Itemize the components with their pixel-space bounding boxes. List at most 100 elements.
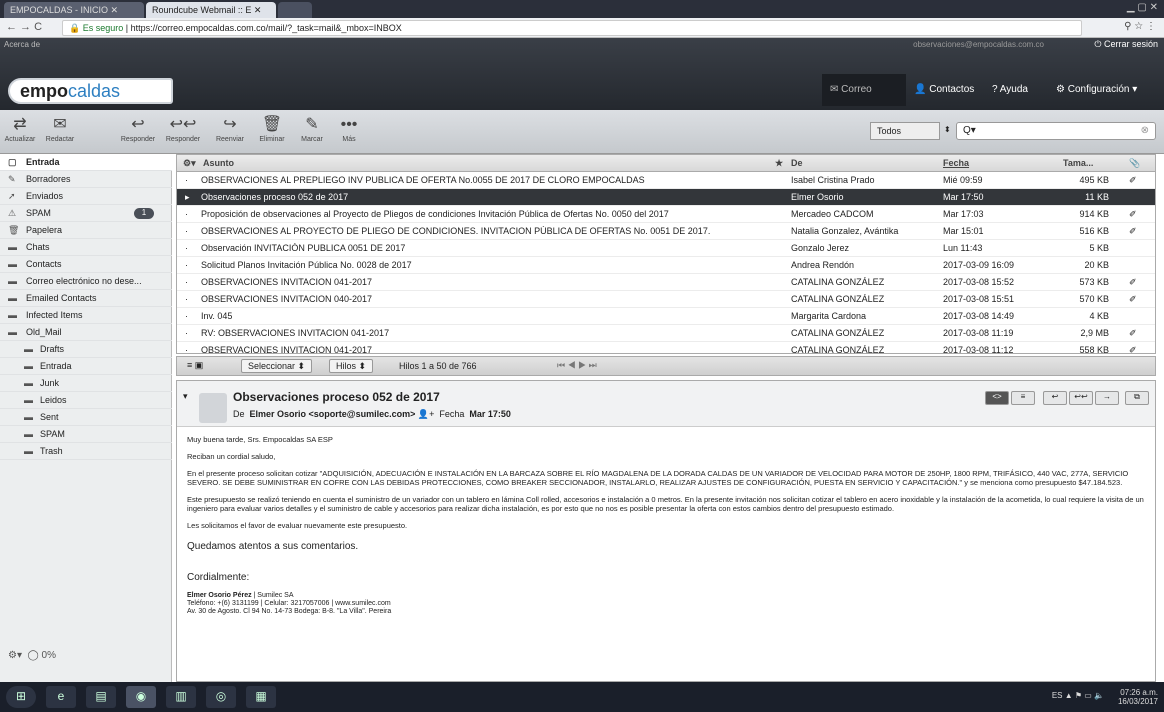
reply-all-icon[interactable]: ↩↩ [1069, 391, 1093, 405]
gear-icon: ⚙ [1056, 84, 1065, 95]
column-from[interactable]: De [791, 158, 803, 168]
new-tab-button[interactable] [278, 2, 312, 18]
chevron-down-icon[interactable]: ⬍ [942, 122, 956, 140]
table-row[interactable]: Observación INVITACIÓN PUBLICA 0051 DE 2… [177, 240, 1155, 257]
folder-item[interactable]: ➚ Enviados [0, 188, 172, 205]
column-size[interactable]: Tama... [1063, 158, 1093, 168]
column-subject[interactable]: Asunto [203, 158, 234, 168]
thread-icon[interactable]: · [185, 294, 188, 304]
folder-item[interactable]: ▬ Entrada [0, 358, 172, 375]
ie-icon[interactable]: e [46, 686, 76, 708]
app-icon[interactable]: ▥ [166, 686, 196, 708]
delete-button[interactable]: 🗑 Eliminar [252, 114, 292, 150]
sender-address[interactable]: Elmer Osorio <soporte@sumilec.com> [250, 409, 416, 419]
row-from: Gonzalo Jerez [791, 243, 850, 253]
folder-item[interactable]: ▬ Contacts [0, 256, 172, 273]
reply-button[interactable]: ↩ Responder [116, 114, 160, 150]
url-field[interactable]: 🔒 Es seguro | https://correo.empocaldas.… [62, 20, 1082, 36]
html-view-icon[interactable]: <> [985, 391, 1009, 405]
thread-icon[interactable]: · [185, 277, 188, 287]
folder-item[interactable]: ▬ SPAM [0, 426, 172, 443]
table-row[interactable]: OBSERVACIONES INVITACION 041-2017 CATALIN… [177, 342, 1155, 353]
table-row[interactable]: Inv. 045 Margarita Cardona 2017-03-08 14:4… [177, 308, 1155, 325]
about-link[interactable]: Acerca de [4, 40, 40, 49]
pagination-icon[interactable]: ⏮ ◀ ▶ ⏭ [557, 360, 597, 371]
row-from: CATALINA GONZÁLEZ [791, 294, 885, 304]
threads-button[interactable]: Hilos ⬍ [329, 359, 374, 373]
system-tray[interactable]: ES ▲ ⚑ ▭ 🔈 [1052, 691, 1104, 700]
thread-icon[interactable]: · [185, 226, 188, 236]
thread-icon[interactable]: · [185, 243, 188, 253]
open-window-icon[interactable]: ⧉ [1125, 391, 1149, 405]
filter-select[interactable]: Todos [870, 122, 940, 140]
folder-item[interactable]: ▬ Sent [0, 409, 172, 426]
clock[interactable]: 07:26 a.m. 16/03/2017 [1118, 688, 1158, 706]
table-row[interactable]: Solicitud Planos Invitación Pública No. … [177, 257, 1155, 274]
add-contact-icon[interactable]: 👤+ [418, 409, 434, 419]
thread-icon[interactable]: · [185, 345, 188, 353]
browser-tab[interactable]: EMPOCALDAS - INICIO ✕ [4, 2, 144, 18]
reply-all-button[interactable]: ↩↩ Responder [160, 114, 206, 150]
list-menu-icon[interactable]: ≡ ▣ [187, 360, 203, 371]
folder-item[interactable]: ⚠ SPAM 1 [0, 205, 172, 222]
table-row[interactable]: RV: OBSERVACIONES INVITACION 041-2017 CAT… [177, 325, 1155, 342]
folder-item[interactable]: ▬ Old_Mail [0, 324, 172, 341]
forward-icon[interactable]: → [1095, 391, 1119, 405]
folder-item[interactable]: ▬ Correo electrónico no dese... [0, 273, 172, 290]
nav-mail[interactable]: ✉ Correo [822, 74, 906, 106]
list-options-icon[interactable]: ⚙▾ [183, 158, 196, 169]
search-input[interactable]: Q▾ ⊗ [956, 122, 1156, 140]
chrome-icon[interactable]: ◉ [126, 686, 156, 708]
app-icon[interactable]: ◎ [206, 686, 236, 708]
start-icon[interactable]: ⊞ [6, 686, 36, 708]
thread-icon[interactable]: · [185, 311, 188, 321]
explorer-icon[interactable]: ▤ [86, 686, 116, 708]
nav-settings[interactable]: ⚙ Configuración ▾ [1048, 74, 1160, 106]
folder-icon: 🗑 [8, 225, 20, 235]
thread-icon[interactable]: · [185, 260, 188, 270]
table-row[interactable]: OBSERVACIONES AL PREPLIEGO INV PUBLICA D… [177, 172, 1155, 189]
folder-item[interactable]: ▬ Leidos [0, 392, 172, 409]
nav-arrows-icon[interactable]: ← → C [6, 21, 42, 33]
logout-button[interactable]: ⏻ Cerrar sesión [1094, 39, 1158, 50]
nav-help[interactable]: ? Ayuda [984, 74, 1046, 106]
folder-item[interactable]: ▢ Entrada [0, 154, 172, 171]
table-row[interactable]: Observaciones proceso 052 de 2017 Elmer O… [177, 189, 1155, 206]
mark-button[interactable]: ✎ Marcar [294, 114, 330, 150]
compose-button[interactable]: ✉ Redactar [40, 114, 80, 150]
collapse-icon[interactable]: ▾ [183, 391, 188, 402]
folder-item[interactable]: ▬ Emailed Contacts [0, 290, 172, 307]
thread-icon[interactable]: · [185, 175, 188, 185]
trash-icon: 🗑 [261, 116, 283, 133]
browser-actions-icon[interactable]: ⚲ ☆ ⋮ [1124, 21, 1156, 32]
folder-item[interactable]: ▬ Chats [0, 239, 172, 256]
thread-icon[interactable]: · [185, 209, 188, 219]
more-button[interactable]: ••• Más [334, 114, 364, 150]
table-row[interactable]: Proposición de observaciones al Proyecto… [177, 206, 1155, 223]
folder-item[interactable]: 🗑 Papelera [0, 222, 172, 239]
folder-item[interactable]: ▬ Infected Items [0, 307, 172, 324]
star-icon[interactable]: ★ [775, 158, 783, 169]
gear-icon[interactable]: ⚙▾ [8, 650, 22, 661]
folder-item[interactable]: ▬ Trash [0, 443, 172, 460]
table-row[interactable]: OBSERVACIONES INVITACION 040-2017 CATALIN… [177, 291, 1155, 308]
refresh-button[interactable]: ⇄ Actualizar [2, 114, 38, 150]
folder-item[interactable]: ✎ Borradores [0, 171, 172, 188]
forward-button[interactable]: ↪ Reenviar [210, 114, 250, 150]
select-button[interactable]: Seleccionar ⬍ [241, 359, 313, 373]
browser-tab-active[interactable]: Roundcube Webmail :: E ✕ [146, 2, 276, 18]
app-icon[interactable]: ▦ [246, 686, 276, 708]
folder-item[interactable]: ▬ Junk [0, 375, 172, 392]
reply-icon[interactable]: ↩ [1043, 391, 1067, 405]
table-row[interactable]: OBSERVACIONES INVITACION 041-2017 CATALIN… [177, 274, 1155, 291]
thread-icon[interactable]: ▸ [185, 192, 190, 203]
thread-icon[interactable]: · [185, 328, 188, 338]
table-row[interactable]: OBSERVACIONES AL PROYECTO DE PLIEGO DE C… [177, 223, 1155, 240]
clear-icon[interactable]: ⊗ [1141, 125, 1149, 136]
column-date[interactable]: Fecha [943, 158, 969, 168]
folder-icon: ▬ [8, 293, 17, 303]
folder-item[interactable]: ▬ Drafts [0, 341, 172, 358]
nav-contacts[interactable]: 👤 Contactos [906, 74, 984, 106]
window-controls[interactable]: ▁ ▢ ✕ [1127, 2, 1158, 13]
text-view-icon[interactable]: ≡ [1011, 391, 1035, 405]
